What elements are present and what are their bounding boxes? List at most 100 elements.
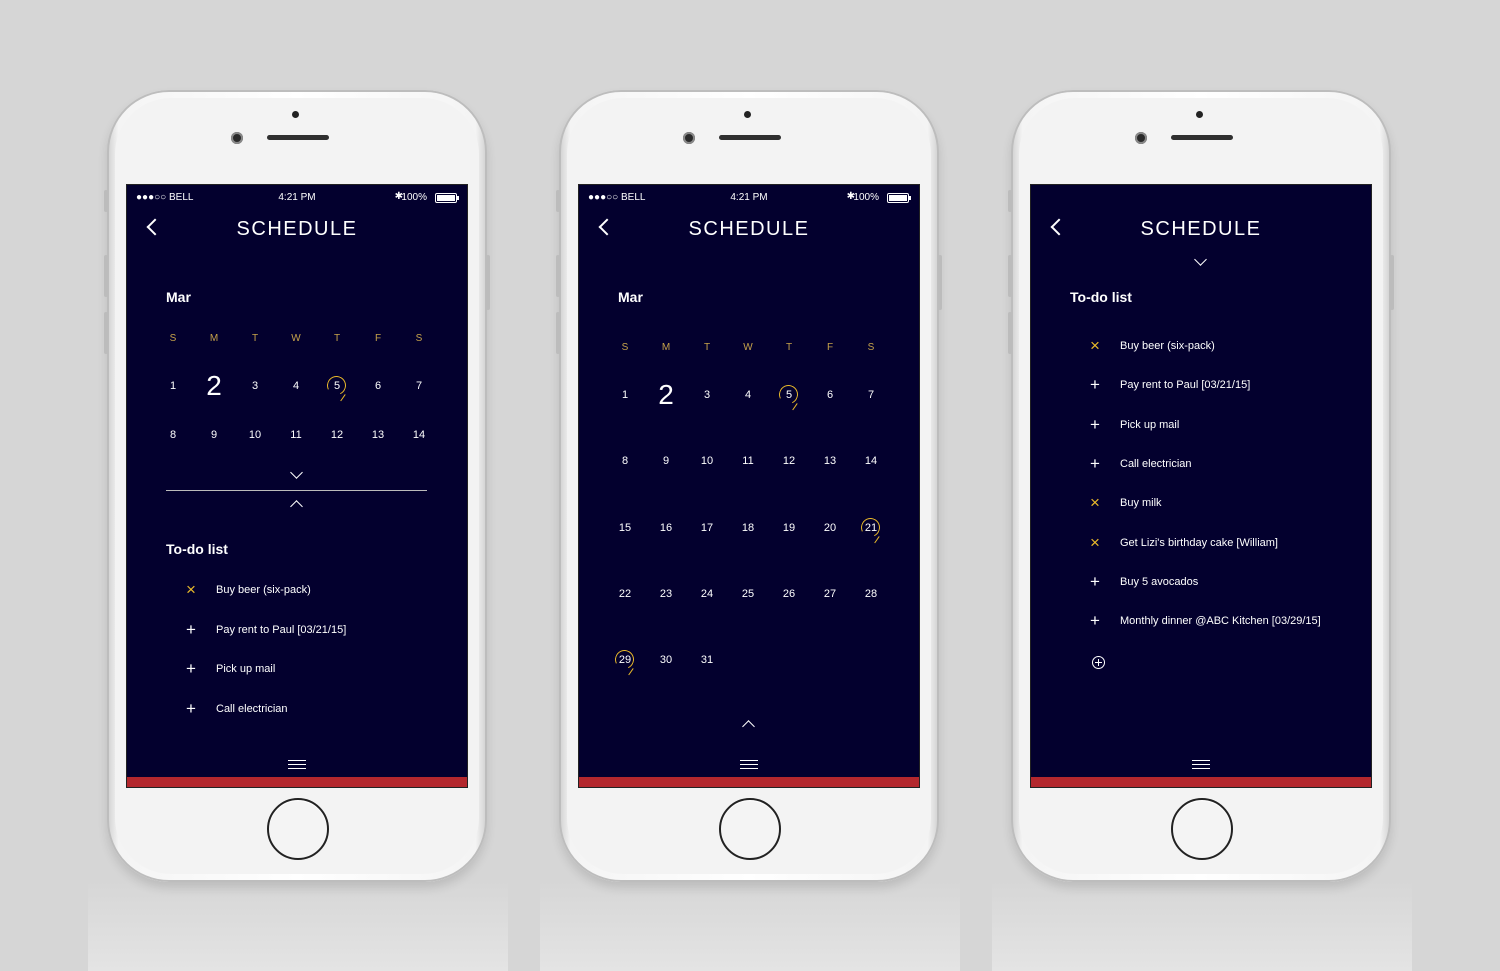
home-button[interactable] bbox=[719, 798, 781, 860]
done-x-icon[interactable]: × bbox=[1088, 336, 1102, 356]
page-title: SCHEDULE bbox=[688, 218, 810, 240]
calendar-day[interactable]: 20 bbox=[810, 516, 850, 540]
calendar-day[interactable]: 24 bbox=[687, 582, 727, 606]
calendar-day[interactable]: 9 bbox=[646, 449, 686, 473]
plus-icon[interactable]: + bbox=[1088, 375, 1102, 395]
collapse-list-chevron-icon[interactable] bbox=[290, 500, 303, 513]
calendar-day[interactable]: 29 bbox=[605, 648, 645, 672]
phone-3: SCHEDULE To-do list × Buy beer (six-pack)… bbox=[1008, 90, 1394, 882]
calendar-day[interactable]: 11 bbox=[728, 449, 768, 473]
volume-up-button bbox=[1008, 255, 1012, 297]
phone-shadow bbox=[992, 880, 1412, 971]
power-button bbox=[1390, 255, 1394, 310]
proximity-sensor bbox=[292, 111, 299, 118]
footer-bar bbox=[1031, 777, 1371, 787]
calendar-day[interactable]: 28 bbox=[851, 582, 891, 606]
calendar-day[interactable]: 14 bbox=[851, 449, 891, 473]
menu-handle-icon[interactable] bbox=[740, 760, 758, 769]
calendar-day[interactable]: 3 bbox=[687, 383, 727, 407]
todo-label: Buy 5 avocados bbox=[1120, 575, 1199, 588]
calendar-day[interactable]: 7 bbox=[851, 383, 891, 407]
home-button[interactable] bbox=[267, 798, 329, 860]
done-x-icon[interactable]: × bbox=[1088, 493, 1102, 513]
calendar-day[interactable]: 4 bbox=[276, 374, 316, 398]
calendar-day[interactable]: 22 bbox=[605, 582, 645, 606]
todo-title: To-do list bbox=[1070, 289, 1132, 305]
calendar-day[interactable]: 14 bbox=[399, 423, 439, 447]
calendar-day[interactable]: 19 bbox=[769, 516, 809, 540]
menu-handle-icon[interactable] bbox=[288, 760, 306, 769]
mute-switch bbox=[556, 190, 560, 212]
volume-up-button bbox=[104, 255, 108, 297]
plus-icon[interactable]: + bbox=[1088, 611, 1102, 631]
expand-calendar-chevron-icon[interactable] bbox=[1194, 253, 1207, 266]
phone-shadow bbox=[88, 880, 508, 971]
weekday-label: T bbox=[251, 333, 259, 344]
calendar-day[interactable]: 15 bbox=[605, 516, 645, 540]
proximity-sensor bbox=[744, 111, 751, 118]
plus-icon[interactable]: + bbox=[184, 620, 198, 640]
calendar-day[interactable]: 23 bbox=[646, 582, 686, 606]
power-button bbox=[938, 255, 942, 310]
home-button[interactable] bbox=[1171, 798, 1233, 860]
calendar-day[interactable]: 26 bbox=[769, 582, 809, 606]
page-title: SCHEDULE bbox=[236, 218, 358, 240]
menu-handle-icon[interactable] bbox=[1192, 760, 1210, 769]
calendar-day[interactable]: 1 bbox=[153, 374, 193, 398]
calendar-day[interactable]: 7 bbox=[399, 374, 439, 398]
weekday-label: S bbox=[169, 333, 177, 344]
screen: ●●●○○ BELL 4:21 PM ✱ 100% SCHEDULE Mar S… bbox=[126, 184, 468, 788]
calendar-day[interactable]: 8 bbox=[605, 449, 645, 473]
calendar-day[interactable]: 1 bbox=[605, 383, 645, 407]
calendar-day[interactable]: 10 bbox=[687, 449, 727, 473]
calendar-day[interactable]: 3 bbox=[235, 374, 275, 398]
calendar-day[interactable]: 27 bbox=[810, 582, 850, 606]
calendar-day[interactable]: 8 bbox=[153, 423, 193, 447]
done-x-icon[interactable]: × bbox=[1088, 533, 1102, 553]
calendar-day[interactable]: 5 bbox=[317, 374, 357, 398]
battery-percent: 100% bbox=[401, 192, 427, 203]
todo-label: Buy beer (six-pack) bbox=[216, 584, 311, 596]
calendar-day[interactable]: 21 bbox=[851, 516, 891, 540]
calendar-day[interactable]: 13 bbox=[810, 449, 850, 473]
calendar-day[interactable]: 12 bbox=[317, 423, 357, 447]
plus-icon[interactable]: + bbox=[1088, 454, 1102, 474]
calendar-day[interactable]: 6 bbox=[810, 383, 850, 407]
earpiece-speaker bbox=[719, 135, 781, 140]
calendar-day-today[interactable]: 2 bbox=[194, 372, 234, 400]
calendar-day[interactable]: 30 bbox=[646, 648, 686, 672]
weekday-label: S bbox=[621, 342, 629, 353]
plus-icon[interactable]: + bbox=[184, 699, 198, 719]
calendar-day[interactable]: 4 bbox=[728, 383, 768, 407]
calendar-day[interactable]: 16 bbox=[646, 516, 686, 540]
volume-down-button bbox=[556, 312, 560, 354]
calendar-day[interactable]: 31 bbox=[687, 648, 727, 672]
status-bar: ●●●○○ BELL 4:21 PM ✱ 100% bbox=[127, 191, 467, 205]
status-bar: ●●●○○ BELL 4:21 PM ✱ 100% bbox=[579, 191, 919, 205]
calendar-day[interactable]: 6 bbox=[358, 374, 398, 398]
done-x-icon[interactable]: × bbox=[184, 580, 198, 600]
expand-calendar-chevron-icon[interactable] bbox=[290, 466, 303, 479]
todo-label: Pick up mail bbox=[1120, 418, 1180, 431]
calendar-day[interactable]: 12 bbox=[769, 449, 809, 473]
calendar-day[interactable]: 9 bbox=[194, 423, 234, 447]
calendar-day[interactable]: 13 bbox=[358, 423, 398, 447]
add-todo-icon[interactable] bbox=[1092, 656, 1105, 669]
todo-label: Call electrician bbox=[1120, 457, 1192, 470]
calendar-day[interactable]: 5 bbox=[769, 383, 809, 407]
power-button bbox=[486, 255, 490, 310]
calendar-day[interactable]: 10 bbox=[235, 423, 275, 447]
plus-icon[interactable]: + bbox=[184, 659, 198, 679]
collapse-calendar-chevron-icon[interactable] bbox=[742, 720, 755, 733]
todo-title: To-do list bbox=[166, 541, 228, 557]
plus-icon[interactable]: + bbox=[1088, 572, 1102, 592]
month-label: Mar bbox=[166, 289, 191, 305]
calendar-day[interactable]: 25 bbox=[728, 582, 768, 606]
calendar-day-today[interactable]: 2 bbox=[646, 381, 686, 409]
calendar-day[interactable]: 11 bbox=[276, 423, 316, 447]
plus-icon[interactable]: + bbox=[1088, 415, 1102, 435]
weekday-label: W bbox=[291, 333, 301, 344]
calendar-day[interactable]: 18 bbox=[728, 516, 768, 540]
volume-down-button bbox=[1008, 312, 1012, 354]
calendar-day[interactable]: 17 bbox=[687, 516, 727, 540]
